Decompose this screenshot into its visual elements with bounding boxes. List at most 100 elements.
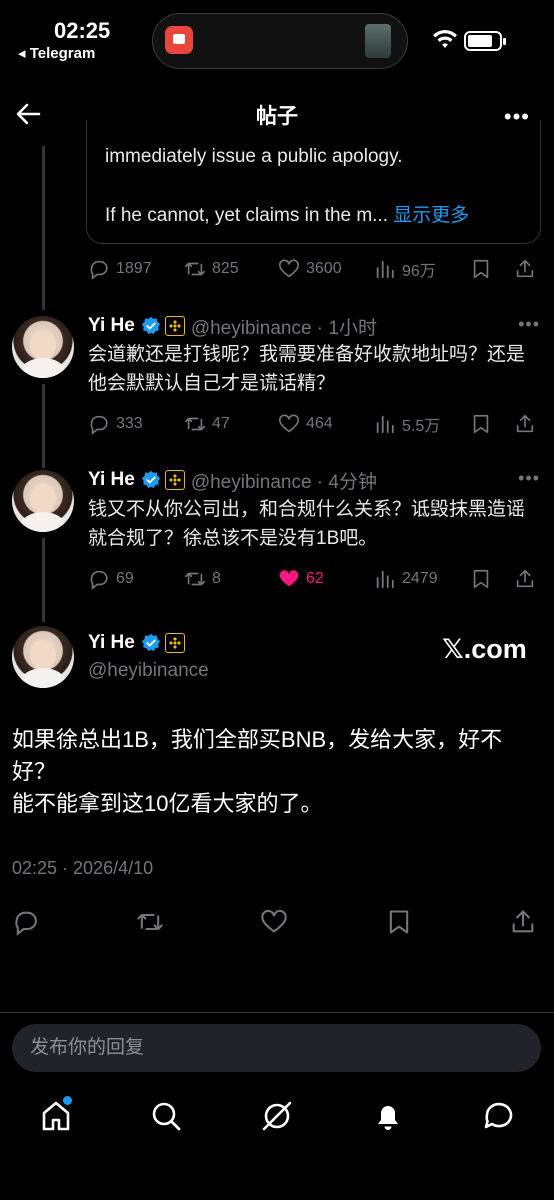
quoted-text-line-2: If he cannot, yet claims in the m... 显示更… <box>105 200 469 227</box>
binance-affiliate-icon <box>164 633 185 653</box>
avatar[interactable] <box>12 470 74 532</box>
battery-icon <box>464 31 506 51</box>
repost-icon[interactable] <box>136 908 164 936</box>
wifi-icon <box>433 30 457 48</box>
main-post-actions <box>0 908 554 938</box>
quoted-text-truncated: If he cannot, yet claims in the m... <box>105 205 389 226</box>
views-button[interactable]: 2479 <box>374 566 438 592</box>
post-actions: 69 8 62 2479 <box>88 566 540 592</box>
recorder-app-icon <box>165 26 193 54</box>
thread-line-bottom <box>42 538 45 622</box>
post-header: Yi He @heyibinance · 4分钟 <box>88 468 377 493</box>
repost-count: 8 <box>212 570 221 587</box>
media-thumbnail-icon <box>365 24 391 58</box>
heart-filled-icon <box>279 570 299 587</box>
author-name[interactable]: Yi He <box>88 315 135 337</box>
bookmark-icon[interactable] <box>385 908 413 936</box>
show-more-link[interactable]: 显示更多 <box>393 205 469 226</box>
messages-icon[interactable] <box>481 1098 517 1134</box>
repost-count: 825 <box>212 260 239 277</box>
verified-badge-icon <box>141 633 160 652</box>
bookmark-button[interactable] <box>470 411 498 437</box>
post-header: Yi He @heyibinance · 1小时 <box>88 314 377 339</box>
share-icon[interactable] <box>509 908 537 936</box>
views-button[interactable]: 5.5万 <box>374 411 440 437</box>
reply-button[interactable]: 1897 <box>88 256 152 282</box>
avatar[interactable] <box>12 626 74 688</box>
views-chart-icon <box>376 415 394 434</box>
verified-badge-icon <box>141 470 160 489</box>
author-handle-time: @heyibinance · 1小时 <box>190 317 377 339</box>
post-more-icon[interactable]: ••• <box>518 314 540 335</box>
bookmark-icon <box>473 414 489 434</box>
views-count: 96万 <box>402 263 436 280</box>
grok-icon[interactable] <box>259 1098 295 1134</box>
main-post-text: 如果徐总出1B，我们全部买BNB，发给大家，好不好？ 能不能拿到这10亿看大家的… <box>12 724 542 820</box>
reply-composer[interactable] <box>12 1024 541 1072</box>
like-button[interactable]: 3600 <box>278 256 342 282</box>
like-count: 464 <box>306 415 333 432</box>
reply-count: 333 <box>116 415 143 432</box>
views-chart-icon <box>376 260 394 279</box>
quoted-post-actions: 1897 825 3600 96万 <box>88 256 540 282</box>
notifications-bell-icon[interactable] <box>370 1098 406 1134</box>
reply-button[interactable]: 333 <box>88 411 143 437</box>
post-timestamp[interactable]: 02:25 · 2026/4/10 <box>12 858 153 879</box>
home-notification-dot <box>63 1096 72 1105</box>
binance-affiliate-icon <box>164 316 185 336</box>
bookmark-icon <box>473 569 489 589</box>
repost-icon <box>185 417 205 431</box>
repost-button[interactable]: 8 <box>184 566 221 592</box>
like-count: 62 <box>306 570 324 587</box>
quoted-text-line-1: immediately issue a public apology. <box>105 146 403 167</box>
thread-line-mid <box>42 384 45 468</box>
reply-icon <box>90 570 108 590</box>
quoted-post-card[interactable]: immediately issue a public apology. If h… <box>86 120 541 244</box>
bookmark-button[interactable] <box>470 566 498 592</box>
post-more-icon[interactable]: ••• <box>518 468 540 489</box>
repost-icon <box>185 572 205 586</box>
reply-button[interactable]: 69 <box>88 566 134 592</box>
bookmark-icon <box>473 259 489 279</box>
bottom-tab-bar <box>0 1092 554 1148</box>
reply-divider <box>0 1012 554 1013</box>
post-text: 会道歉还是打钱呢？我需要准备好收款地址吗？还是他会默默认自己才是谎话精？ <box>88 344 526 394</box>
xcom-watermark: 𝕏.com <box>442 634 527 664</box>
like-button[interactable]: 464 <box>278 411 333 437</box>
share-button[interactable] <box>514 411 542 437</box>
bookmark-button[interactable] <box>470 256 498 282</box>
views-count: 5.5万 <box>402 418 441 435</box>
repost-button[interactable]: 47 <box>184 411 230 437</box>
heart-icon <box>279 259 299 278</box>
reply-count: 1897 <box>116 260 152 277</box>
repost-button[interactable]: 825 <box>184 256 239 282</box>
repost-count: 47 <box>212 415 230 432</box>
post-actions: 333 47 464 5.5万 <box>88 411 540 437</box>
binance-affiliate-icon <box>164 470 185 490</box>
main-post-text-line-1: 如果徐总出1B，我们全部买BNB，发给大家，好不好？ <box>12 727 503 784</box>
share-icon <box>516 259 534 278</box>
views-count: 2479 <box>402 570 438 587</box>
views-chart-icon <box>376 570 394 589</box>
views-button[interactable]: 96万 <box>374 256 436 282</box>
share-button[interactable] <box>514 256 542 282</box>
reply-icon <box>90 260 108 280</box>
main-author-handle[interactable]: @heyibinance <box>88 660 209 682</box>
dynamic-island[interactable] <box>152 13 408 69</box>
like-button[interactable]: 62 <box>278 566 324 592</box>
share-icon <box>516 414 534 433</box>
verified-badge-icon <box>141 316 160 335</box>
author-handle-time: @heyibinance · 4分钟 <box>190 471 377 493</box>
share-button[interactable] <box>514 566 542 592</box>
back-to-telegram-link[interactable]: ◂ Telegram <box>18 44 95 62</box>
avatar[interactable] <box>12 316 74 378</box>
reply-icon[interactable] <box>12 908 40 936</box>
author-name[interactable]: Yi He <box>88 469 135 491</box>
search-icon[interactable] <box>148 1098 184 1134</box>
reply-input[interactable] <box>12 1024 541 1072</box>
like-count: 3600 <box>306 260 342 277</box>
status-bar: 02:25 ◂ Telegram <box>0 0 554 72</box>
heart-icon[interactable] <box>260 908 288 936</box>
author-name[interactable]: Yi He <box>88 632 135 654</box>
repost-icon <box>185 262 205 276</box>
